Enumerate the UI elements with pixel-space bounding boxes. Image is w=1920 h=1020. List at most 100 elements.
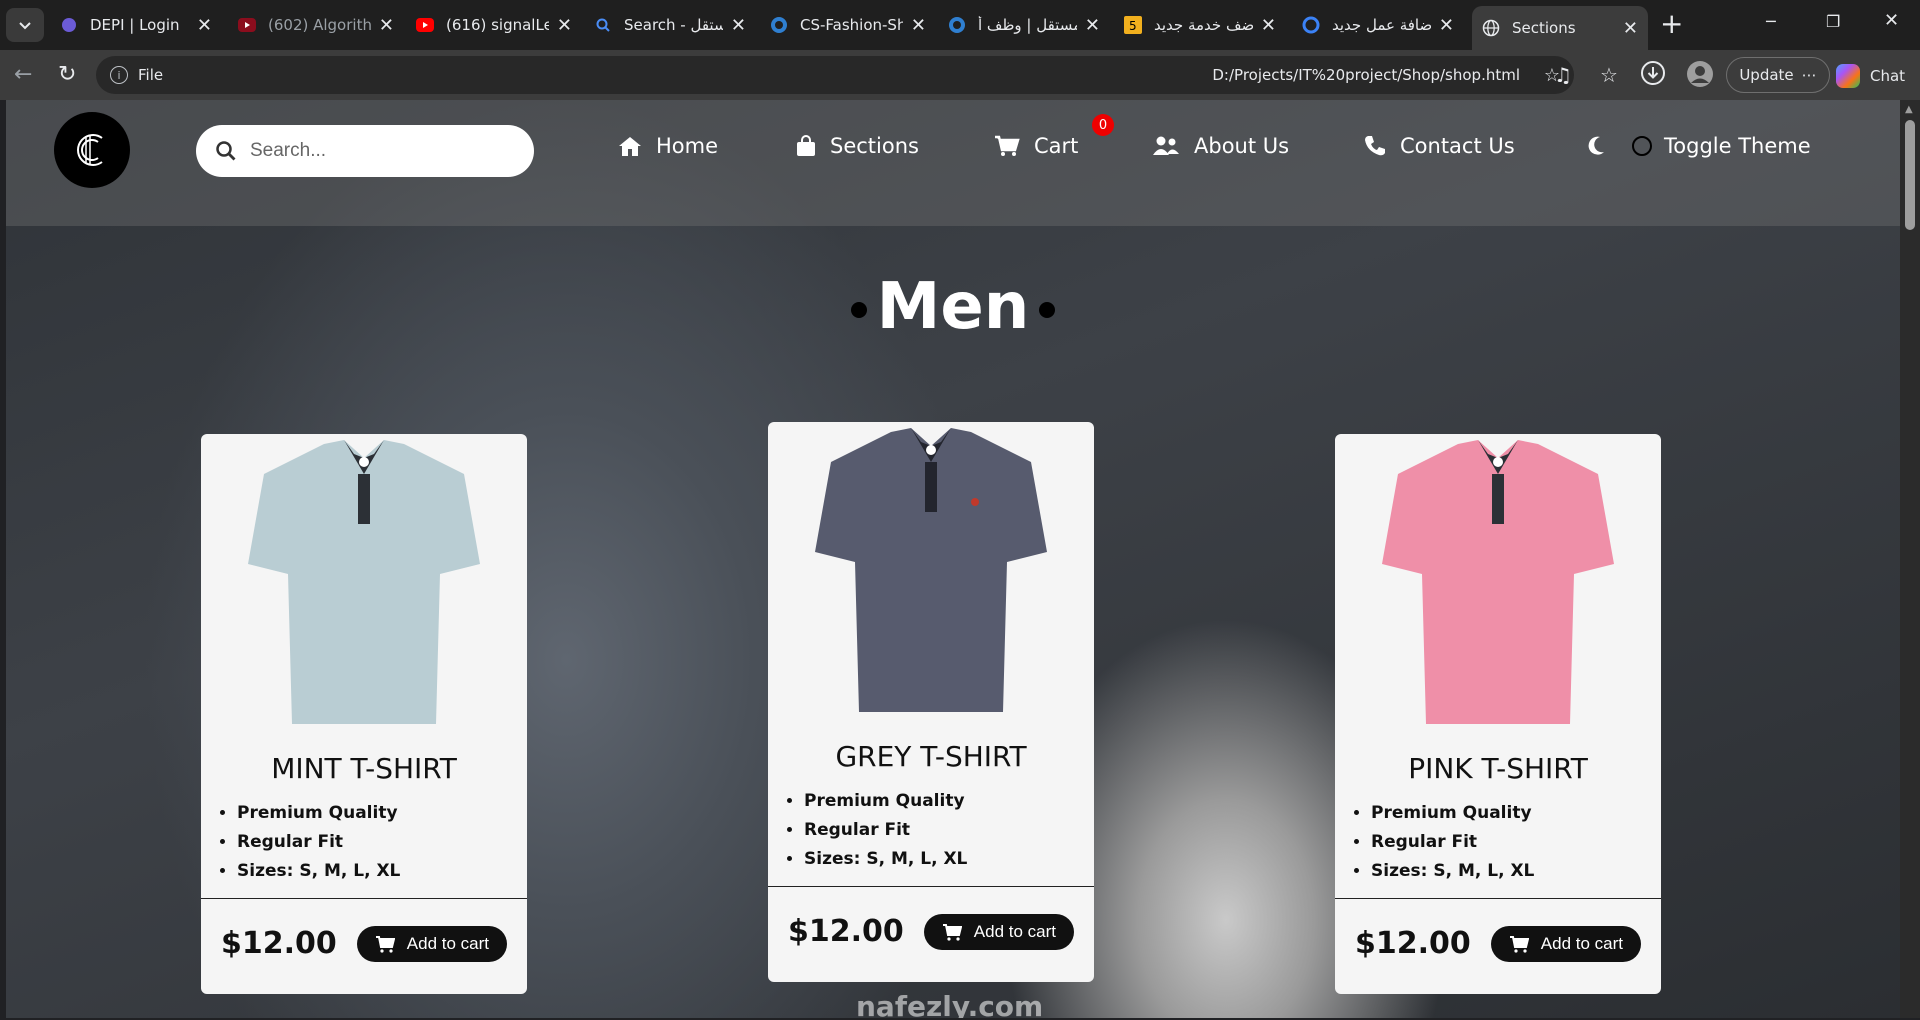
close-icon[interactable]: ✕ [1085,15,1100,36]
polo-shirt-icon [1382,440,1614,724]
product-image [1335,434,1661,734]
cart-icon [375,935,395,953]
tab-add-service[interactable]: 5 أضف خدمة جديد ✕ [1114,6,1286,44]
search-icon [216,141,236,161]
polo-shirt-icon [248,440,480,724]
nav-cart[interactable]: Cart [994,134,1078,158]
feature-item: Premium Quality [804,787,1094,816]
info-icon[interactable]: i [110,66,128,84]
scrollbar-thumb[interactable] [1905,120,1915,230]
download-icon[interactable] [1640,60,1666,91]
theme-radio-icon[interactable] [1632,136,1652,156]
reload-icon[interactable]: ↻ [58,62,76,87]
tab-depi-login[interactable]: DEPI | Login ✕ [50,6,222,44]
minimize-button[interactable]: ─ [1766,12,1776,31]
close-icon[interactable]: ✕ [557,15,572,36]
tab-cs-fashion[interactable]: CS-Fashion-Sho ✕ [760,6,936,44]
product-card: GREY T-SHIRT Premium Quality Regular Fit… [768,422,1094,982]
tab-add-work[interactable]: إضافة عمل جديد ✕ [1292,6,1464,44]
product-features: Premium Quality Regular Fit Sizes: S, M,… [237,799,527,886]
product-name: PINK T-SHIRT [1408,752,1588,785]
tab-title: (602) Algorithm [268,16,371,34]
tab-title: Sections [1512,19,1576,37]
nav-contact-label: Contact Us [1400,134,1515,158]
nav-about-label: About Us [1194,134,1290,158]
tab-search-button[interactable] [6,8,44,42]
tab-algorithm[interactable]: (602) Algorithm ✕ [228,6,404,44]
scroll-up-icon[interactable]: ▲ [1905,104,1913,115]
tab-signal-lec[interactable]: (616) signalLec2 ✕ [406,6,582,44]
browser-toolbar: ← ↻ i File D:/Projects/IT%20project/Shop… [0,50,1920,100]
product-features: Premium Quality Regular Fit Sizes: S, M,… [1371,799,1661,886]
close-icon[interactable]: ✕ [379,15,394,36]
copilot-chat-button[interactable]: Chat [1836,64,1905,88]
restore-button[interactable]: ❐ [1826,12,1840,31]
update-label: Update [1739,66,1794,84]
add-to-cart-button[interactable]: Add to cart [356,925,507,962]
add-to-cart-button[interactable]: Add to cart [1490,925,1641,962]
update-button[interactable]: Update ⋯ [1726,57,1830,93]
close-icon[interactable]: ✕ [1261,15,1276,36]
youtube-icon [416,16,434,34]
nav-sections[interactable]: Sections [796,134,919,158]
close-icon[interactable]: ✕ [197,15,212,36]
phone-icon [1365,136,1385,156]
section-title-text: Men [876,270,1030,344]
shopping-bag-icon [797,135,815,156]
feature-item: Sizes: S, M, L, XL [237,857,527,886]
watermark-text: nafezly.com [856,990,1044,1018]
tab-mostaql-hire[interactable]: مستقل | وظف أ ✕ [938,6,1110,44]
feature-item: Sizes: S, M, L, XL [804,845,1094,874]
tab-title: DEPI | Login [90,16,180,34]
product-card: PINK T-SHIRT Premium Quality Regular Fit… [1335,434,1661,994]
feature-item: Regular Fit [237,828,527,857]
search-input[interactable] [250,140,490,162]
add-to-cart-label: Add to cart [973,921,1056,941]
search-box[interactable] [196,125,534,177]
copilot-icon [1836,64,1860,88]
close-window-button[interactable]: ✕ [1884,10,1899,31]
tab-search-mostaql[interactable]: Search - مستقل ✕ [584,6,756,44]
tab-title: أضف خدمة جديد [1154,16,1253,34]
nav-contact[interactable]: Contact Us [1364,134,1515,158]
read-aloud-icon[interactable]: ♫ [1554,63,1572,87]
tab-sections[interactable]: Sections ✕ [1472,6,1648,50]
scheme-label: File [138,66,164,84]
globe-icon [1482,19,1500,37]
toggle-theme-button[interactable]: Toggle Theme [1586,134,1811,158]
address-bar[interactable]: i File D:/Projects/IT%20project/Shop/sho… [96,56,1574,94]
close-icon[interactable]: ✕ [911,15,926,36]
profile-avatar-icon[interactable] [1686,60,1714,93]
tab-title: CS-Fashion-Sho [800,16,903,34]
new-tab-button[interactable]: + [1660,10,1683,38]
chat-label: Chat [1870,67,1906,85]
feature-item: Regular Fit [1371,828,1661,857]
chevron-down-icon [19,22,31,30]
product-footer: $12.00 Add to cart [768,886,1094,976]
back-icon[interactable]: ← [14,62,32,87]
close-icon[interactable]: ✕ [731,15,746,36]
close-icon[interactable]: ✕ [1439,15,1454,36]
product-card: MINT T-SHIRT Premium Quality Regular Fit… [201,434,527,994]
nav-home[interactable]: Home [618,134,718,158]
product-image [201,434,527,734]
product-features: Premium Quality Regular Fit Sizes: S, M,… [804,787,1094,874]
site-header: Home Sections Cart 0 About Us Contact Us… [6,100,1900,226]
feature-item: Premium Quality [1371,799,1661,828]
url-text[interactable]: D:/Projects/IT%20project/Shop/shop.html [1212,66,1520,84]
product-footer: $12.00 Add to cart [201,898,527,988]
favorites-icon[interactable]: ☆ [1600,63,1618,87]
cart-icon [1509,935,1529,953]
brand-logo[interactable] [54,112,130,188]
youtube-icon [238,16,256,34]
add-to-cart-button[interactable]: Add to cart [923,913,1074,950]
product-footer: $12.00 Add to cart [1335,898,1661,988]
product-name: GREY T-SHIRT [835,740,1027,773]
logo-c-icon [77,134,103,166]
cart-count-badge: 0 [1092,114,1114,136]
close-icon[interactable]: ✕ [1623,18,1638,39]
nav-about[interactable]: About Us [1152,134,1289,158]
page-scrollbar[interactable]: ▲ [1900,100,1920,1018]
cart-icon [995,135,1020,156]
moon-icon [1588,136,1604,155]
